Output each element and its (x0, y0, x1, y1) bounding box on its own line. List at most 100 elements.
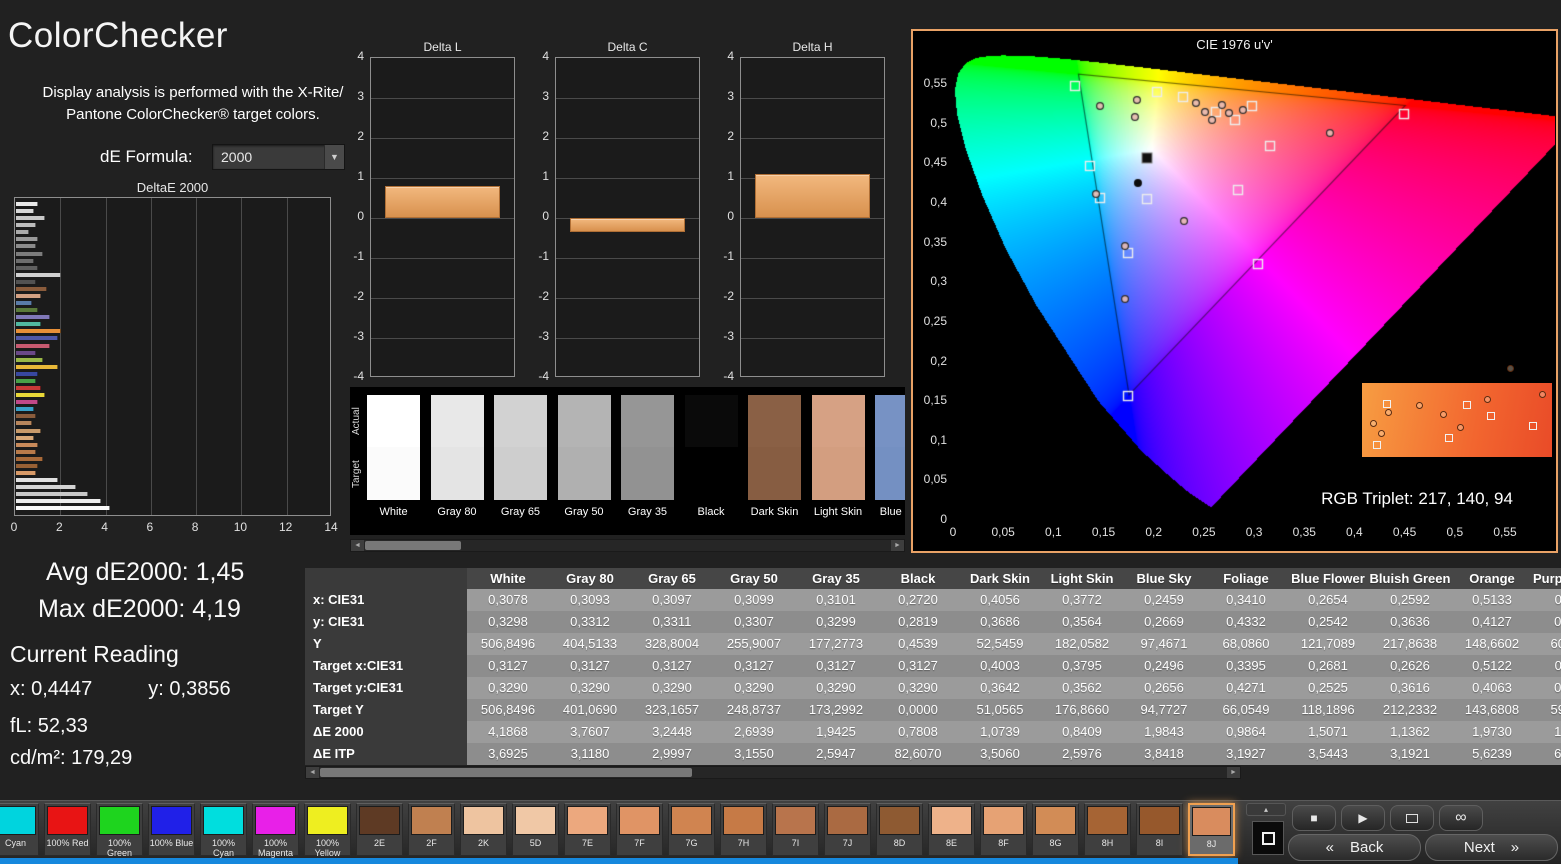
play-button[interactable]: ▶ (1341, 805, 1385, 831)
table-cell: 182,0582 (1054, 636, 1110, 651)
next-button[interactable]: Next » (1425, 834, 1558, 861)
bar-row (16, 357, 329, 362)
table-cell: 1,1362 (1390, 724, 1430, 739)
toolbar-patch-cyan[interactable]: Cyan (0, 803, 39, 856)
table-cell: 0,3298 (488, 614, 528, 629)
gridline (556, 138, 699, 139)
toolbar-patch-7j[interactable]: 7J (824, 803, 871, 856)
deltae-bar (16, 279, 37, 284)
toolbar-patch-8h[interactable]: 8H (1084, 803, 1131, 856)
patch-label: 100% Magenta (257, 838, 294, 859)
toolbar-patch-8d[interactable]: 8D (876, 803, 923, 856)
chevron-right-icon: » (1510, 839, 1520, 856)
table-header-cell: Dark Skin (970, 571, 1030, 586)
scroll-right-icon[interactable]: ► (891, 540, 904, 551)
gridline (556, 178, 699, 179)
back-button[interactable]: « Back (1288, 834, 1421, 861)
toolbar-patch-100-blue[interactable]: 100% Blue (148, 803, 195, 856)
table-cell: 3,1180 (570, 746, 610, 761)
continuous-loop-button[interactable]: ∞ (1439, 805, 1483, 831)
axis-tick-label: 8 (191, 520, 199, 534)
table-cell: 0,3772 (1062, 592, 1102, 607)
swatch-target (557, 447, 611, 500)
swatch-target (621, 447, 674, 500)
table-row: Target y:CIE31 0,3290 0,3290 0,3290 0,3290 0,… (305, 677, 1561, 699)
de-formula-dropdown[interactable]: 2000 ▼ (212, 144, 345, 170)
deltae-bar (16, 230, 30, 235)
toolbar-patch-8f[interactable]: 8F (980, 803, 1027, 856)
scrollbar-thumb[interactable] (320, 768, 692, 777)
gridline (556, 298, 699, 299)
table-scrollbar[interactable]: ◄ ► (305, 766, 1241, 779)
table-cell: 66,0549 (1222, 702, 1270, 717)
table-cell: 2,9997 (652, 746, 692, 761)
axis-tick-label: 4 (101, 520, 108, 534)
toolbar-patch-8j[interactable]: 8J (1188, 803, 1235, 856)
bar-row (16, 258, 329, 263)
gridline (741, 298, 884, 299)
toolbar-patch-7i[interactable]: 7I (772, 803, 819, 856)
gridline (371, 298, 514, 299)
toolbar-patch-100-green[interactable]: 100% Green (96, 803, 143, 859)
axis-tick-label: -1 (723, 249, 734, 263)
toolbar-patch-2e[interactable]: 2E (356, 803, 403, 856)
table-cell: 0,4127 (1472, 614, 1512, 629)
description: Display analysis is performed with the X… (28, 82, 358, 126)
table-cell: 0,3097 (652, 592, 692, 607)
collapse-button[interactable]: ▴ (1246, 803, 1286, 816)
bar-row (16, 428, 329, 433)
colorchecker-app: ColorChecker Display analysis is perform… (0, 0, 1561, 864)
swatch-scrollbar[interactable]: ◄ ► (350, 539, 905, 552)
axis-tick-label: 0,4 (1346, 525, 1363, 539)
patch-color (515, 806, 556, 835)
toolbar-patch-8i[interactable]: 8I (1136, 803, 1183, 856)
table-cell: 401,0690 (562, 702, 618, 717)
toolbar-patch-100-yellow[interactable]: 100% Yellow (304, 803, 351, 858)
scroll-left-icon[interactable]: ◄ (351, 540, 364, 551)
scroll-right-icon[interactable]: ► (1227, 767, 1240, 778)
bar-row (16, 336, 329, 341)
deltae-bar (16, 456, 43, 461)
table-cell: 0,2819 (898, 614, 938, 629)
toolbar-patch-5d[interactable]: 5D (512, 803, 559, 856)
table-cell: 0,2592 (1390, 592, 1430, 607)
pattern-window-button[interactable] (1252, 821, 1284, 855)
swatch-target (494, 447, 547, 500)
patch-color (0, 806, 36, 835)
axis-tick-label: -3 (538, 329, 549, 343)
table-cell: 0,3290 (816, 680, 856, 695)
toolbar-patch-100-magenta[interactable]: 100% Magenta (252, 803, 299, 859)
pattern-button[interactable] (1390, 805, 1434, 831)
axis-tick-label: 3 (727, 89, 734, 103)
toolbar-patch-7e[interactable]: 7E (564, 803, 611, 856)
toolbar-patch-100-red[interactable]: 100% Red (44, 803, 91, 856)
axis-tick-label: 4 (727, 49, 734, 63)
scroll-left-icon[interactable]: ◄ (306, 767, 319, 778)
swatch-actual (557, 395, 611, 447)
deltae-bar (16, 350, 37, 355)
stop-button[interactable]: ■ (1292, 805, 1336, 831)
deltae-bar (16, 400, 39, 405)
toolbar-patch-8e[interactable]: 8E (928, 803, 975, 856)
toolbar-patch-7f[interactable]: 7F (616, 803, 663, 856)
toolbar-patch-100-cyan[interactable]: 100% Cyan (200, 803, 247, 858)
deltae-bar (16, 244, 37, 249)
toolbar-patch-8g[interactable]: 8G (1032, 803, 1079, 856)
toolbar-patch-2f[interactable]: 2F (408, 803, 455, 856)
bar-row (16, 322, 329, 327)
deltae-bar (16, 364, 59, 369)
bar-row (16, 407, 329, 412)
toolbar-patch-7g[interactable]: 7G (668, 803, 715, 856)
table-cell: 0,3290 (488, 680, 528, 695)
patch-label: 8F (998, 838, 1009, 848)
axis-tick-label: 0,1 (1045, 525, 1062, 539)
bar-row (16, 463, 329, 468)
toolbar-patch-7h[interactable]: 7H (720, 803, 767, 856)
swatch-column: Blue Sky (875, 395, 905, 518)
bar-row (16, 237, 329, 242)
patch-label: 100% Green (106, 838, 132, 859)
axis-tick-label: 3 (542, 89, 549, 103)
scrollbar-thumb[interactable] (365, 541, 461, 550)
table-cell: 0,4271 (1226, 680, 1266, 695)
toolbar-patch-2k[interactable]: 2K (460, 803, 507, 856)
